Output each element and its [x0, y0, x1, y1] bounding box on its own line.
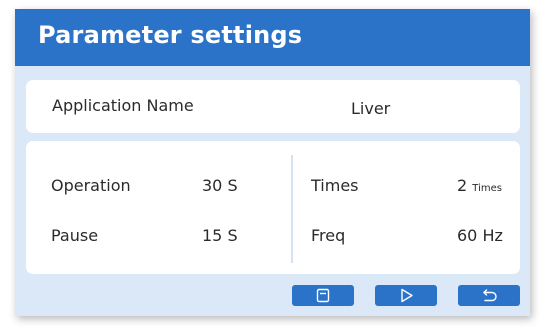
operation-label: Operation	[51, 176, 131, 195]
return-button[interactable]	[458, 285, 520, 306]
return-icon	[483, 289, 497, 302]
freq-value[interactable]: 60 Hz	[457, 226, 503, 245]
application-card: Application Name Liver	[26, 80, 520, 133]
pause-label: Pause	[51, 226, 99, 245]
parameters-card: Operation 30 S Pause 15 S Times 2 Times …	[26, 141, 520, 274]
times-value: 2	[457, 176, 468, 195]
column-divider	[291, 155, 293, 263]
application-name-value: Liver	[351, 99, 391, 118]
play-button[interactable]	[375, 285, 437, 306]
pause-value[interactable]: 15 S	[202, 226, 238, 245]
play-icon	[401, 288, 413, 303]
parameter-settings-screen: Parameter settings Application Name Live…	[15, 9, 530, 316]
times-value-group[interactable]: 2 Times	[457, 176, 502, 195]
freq-label: Freq	[311, 226, 346, 245]
save-button[interactable]	[292, 285, 354, 306]
operation-value[interactable]: 30 S	[202, 176, 238, 195]
application-name-label: Application Name	[52, 96, 194, 115]
times-unit: Times	[472, 183, 502, 194]
save-icon	[316, 288, 330, 303]
page-title: Parameter settings	[38, 21, 303, 49]
times-label: Times	[311, 176, 359, 195]
header-bar: Parameter settings	[15, 9, 530, 66]
